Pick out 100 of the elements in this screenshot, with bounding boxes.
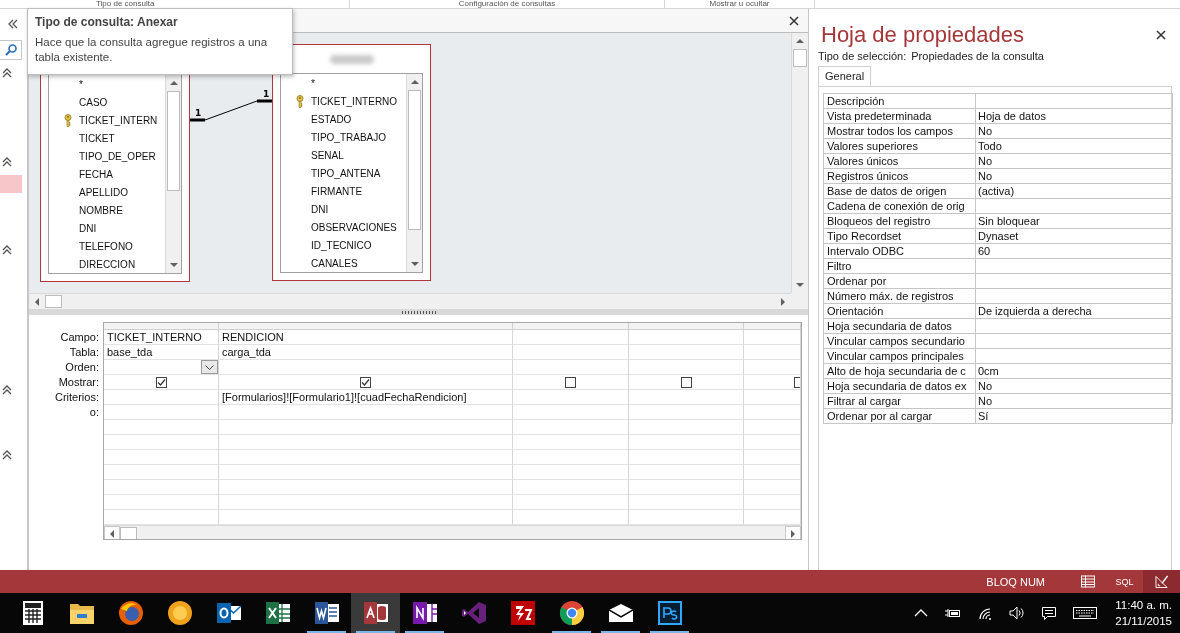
grid-cell[interactable] [629, 480, 744, 495]
grid-cell[interactable] [513, 480, 629, 495]
grid-cell[interactable] [219, 375, 513, 390]
property-value-field[interactable]: De izquierda a derecha [976, 304, 1172, 318]
grid-cell[interactable]: carga_tda [219, 345, 513, 360]
property-value-field[interactable]: Sí [976, 409, 1172, 423]
horizontal-scrollbar[interactable] [29, 293, 791, 309]
property-value-field[interactable]: No [976, 154, 1172, 168]
grid-cell[interactable] [744, 480, 801, 495]
dropdown-button[interactable] [201, 360, 218, 374]
search-field[interactable] [0, 40, 22, 60]
scrollbar-thumb[interactable] [120, 527, 137, 539]
splitter-handle[interactable] [29, 309, 808, 315]
double-chevron-up-icon[interactable] [2, 157, 12, 167]
property-value-field[interactable]: Sin bloquear [976, 214, 1172, 228]
field-item[interactable]: CANALES [311, 257, 358, 269]
clock-time[interactable]: 11:40 a. m. [1115, 597, 1172, 613]
close-icon[interactable] [789, 15, 799, 26]
grid-cell[interactable]: RENDICION [219, 330, 513, 345]
table-box[interactable]: * CASO TICKET_INTERN TICKET TIPO_DE_OPER FECHA APELLIDO NOMBRE DNI TELEFONO DIRECCION [40, 75, 190, 282]
close-icon[interactable] [1156, 30, 1166, 40]
grid-cell[interactable] [629, 420, 744, 435]
grid-cell[interactable] [744, 435, 801, 450]
grid-cell[interactable] [744, 330, 801, 345]
property-value-field[interactable]: No [976, 394, 1172, 408]
grid-cell[interactable] [513, 330, 629, 345]
grid-cell[interactable] [629, 360, 744, 375]
scrollbar-thumb[interactable] [793, 49, 807, 67]
field-item[interactable]: TICKET_INTERNO [311, 95, 398, 107]
field-item[interactable]: CASO [79, 96, 108, 108]
property-value-field[interactable]: 0cm [976, 364, 1172, 378]
checkbox[interactable] [794, 376, 800, 388]
vertical-scrollbar[interactable] [406, 74, 422, 272]
relationship-line[interactable] [190, 99, 272, 122]
notification-icon[interactable] [1041, 606, 1058, 620]
grid-cell[interactable] [744, 360, 801, 375]
grid-cell[interactable] [513, 405, 629, 420]
grid-cell[interactable] [513, 495, 629, 510]
horizontal-scrollbar[interactable] [104, 525, 801, 539]
field-item[interactable]: NOMBRE [79, 204, 123, 216]
grid-cell[interactable] [744, 405, 801, 420]
grid-cell[interactable] [219, 450, 513, 465]
grid-cell[interactable] [744, 420, 801, 435]
field-item[interactable]: TIPO_TRABAJO [311, 131, 386, 143]
property-value-field[interactable]: (activa) [976, 184, 1172, 198]
scroll-left-button[interactable] [104, 526, 120, 539]
wifi-icon[interactable] [977, 606, 994, 620]
field-item[interactable]: APELLIDO [79, 186, 128, 198]
grid-cell[interactable] [629, 330, 744, 345]
grid-cell[interactable] [513, 360, 629, 375]
grid-cell[interactable] [744, 450, 801, 465]
checkbox[interactable] [565, 376, 576, 388]
grid-cell[interactable] [104, 420, 219, 435]
grid-cell[interactable] [629, 435, 744, 450]
grid-cell[interactable] [629, 495, 744, 510]
sql-view-button[interactable]: SQL [1106, 570, 1143, 593]
grid-cell[interactable] [629, 345, 744, 360]
keyboard-icon[interactable] [1073, 607, 1098, 619]
grid-cell[interactable] [744, 345, 801, 360]
grid-cell[interactable] [629, 465, 744, 480]
property-value-field[interactable]: 60 [976, 244, 1172, 258]
grid-cell[interactable] [104, 360, 219, 375]
field-item[interactable]: DNI [79, 222, 97, 234]
design-view-button[interactable] [1143, 570, 1180, 593]
grid-cell[interactable] [104, 465, 219, 480]
grid-cell[interactable] [104, 390, 219, 405]
grid-cell[interactable] [629, 375, 744, 390]
checkbox[interactable] [680, 376, 692, 388]
grid-cell[interactable]: [Formularios]![Formulario1]![cuadFechaRendicion] [219, 390, 513, 405]
field-item[interactable]: SENAL [311, 149, 344, 161]
grid-cell[interactable] [744, 465, 801, 480]
grid-cell[interactable] [219, 420, 513, 435]
property-value-field[interactable]: No [976, 124, 1172, 138]
grid-cell[interactable] [219, 495, 513, 510]
field-item[interactable]: * [79, 78, 83, 90]
grid-cell[interactable]: TICKET_INTERNO [104, 330, 219, 345]
grid-cell[interactable] [219, 480, 513, 495]
grid-cell[interactable] [744, 495, 801, 510]
grid-cell[interactable] [513, 345, 629, 360]
grid-cell[interactable] [219, 360, 513, 375]
grid-cell[interactable] [104, 495, 219, 510]
property-value-field[interactable]: Hoja de datos [976, 109, 1172, 123]
grid-cell[interactable] [513, 435, 629, 450]
property-value-field[interactable]: No [976, 379, 1172, 393]
field-item[interactable]: ESTADO [311, 113, 352, 125]
double-chevron-up-icon[interactable] [2, 245, 12, 255]
property-value-field[interactable]: Todo [976, 139, 1172, 153]
grid-cell[interactable] [744, 375, 801, 390]
grid-cell[interactable] [219, 435, 513, 450]
field-item[interactable]: DIRECCION [79, 258, 136, 270]
grid-cell[interactable] [629, 450, 744, 465]
double-chevron-up-icon[interactable] [2, 385, 12, 395]
clock-date[interactable]: 21/11/2015 [1115, 613, 1172, 629]
grid-cell[interactable] [629, 390, 744, 405]
field-item[interactable]: FIRMANTE [311, 185, 363, 197]
property-value-field[interactable]: No [976, 169, 1172, 183]
scroll-right-button[interactable] [785, 526, 801, 539]
grid-cell[interactable] [629, 405, 744, 420]
field-item[interactable]: TIPO_DE_OPER [79, 150, 156, 162]
taskbar-button[interactable] [351, 593, 400, 633]
